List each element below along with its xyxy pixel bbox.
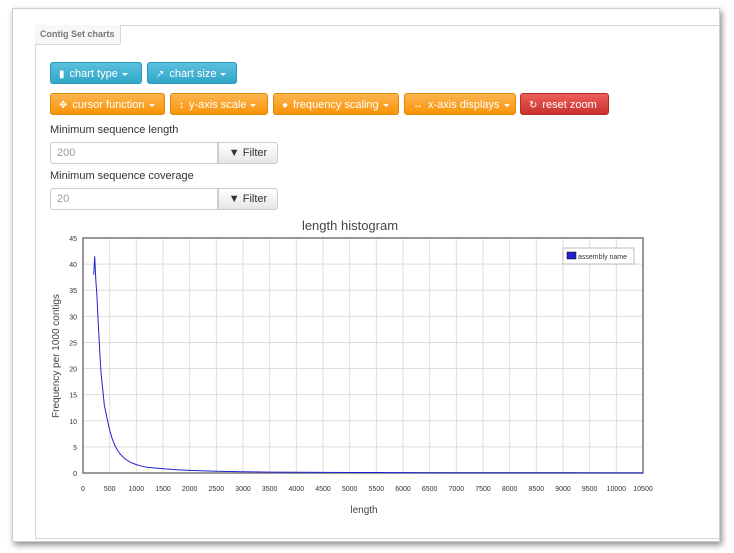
chart-grid (82, 237, 644, 474)
legend-swatch (566, 251, 577, 260)
y-axis-ticks: 0 5 10 15 20 25 30 35 40 45 (69, 236, 77, 478)
x-tick-label: 500 (104, 486, 116, 493)
x-tick-label: 3000 (235, 486, 251, 493)
x-tick-label: 4000 (289, 486, 305, 493)
y-tick-label: 20 (69, 367, 77, 374)
y-tick-label: 25 (69, 340, 77, 347)
legend-label: assembly name (578, 254, 627, 261)
x-axis-label: length (350, 505, 377, 516)
x-tick-label: 9500 (582, 486, 598, 493)
x-tick-label: 3500 (262, 486, 278, 493)
legend: assembly name (562, 247, 635, 265)
x-tick-label: 2500 (209, 486, 225, 493)
y-tick-label: 45 (69, 236, 77, 243)
x-tick-label: 6000 (395, 486, 411, 493)
y-tick-label: 35 (69, 288, 77, 295)
x-tick-label: 0 (81, 486, 85, 493)
x-tick-label: 2000 (182, 486, 198, 493)
x-tick-label: 8000 (502, 486, 518, 493)
y-tick-label: 15 (69, 393, 77, 400)
x-tick-label: 4500 (315, 486, 331, 493)
x-axis-ticks: 0 500 1000 1500 2000 2500 3000 3500 4000 4500 5000… (81, 486, 653, 493)
plot-area (82, 237, 644, 474)
x-tick-label: 8500 (529, 486, 545, 493)
x-tick-label: 10500 (633, 486, 653, 493)
x-tick-label: 7000 (449, 486, 465, 493)
y-tick-label: 10 (69, 419, 77, 426)
y-tick-label: 40 (69, 262, 77, 269)
x-tick-label: 7500 (475, 486, 491, 493)
length-histogram-chart[interactable]: 0 500 1000 1500 2000 2500 3000 3500 4000 4500 5000… (0, 0, 734, 553)
x-tick-label: 1000 (129, 486, 145, 493)
x-tick-label: 5000 (342, 486, 358, 493)
series-line (93, 256, 643, 474)
x-tick-label: 6500 (422, 486, 438, 493)
y-axis-label: Frequency per 1000 contigs (51, 294, 62, 418)
x-tick-label: 9000 (555, 486, 571, 493)
y-tick-label: 30 (69, 314, 77, 321)
y-tick-label: 0 (73, 471, 77, 478)
y-tick-label: 5 (73, 445, 77, 452)
x-tick-label: 10000 (607, 486, 627, 493)
x-tick-label: 1500 (155, 486, 171, 493)
x-tick-label: 5500 (369, 486, 385, 493)
